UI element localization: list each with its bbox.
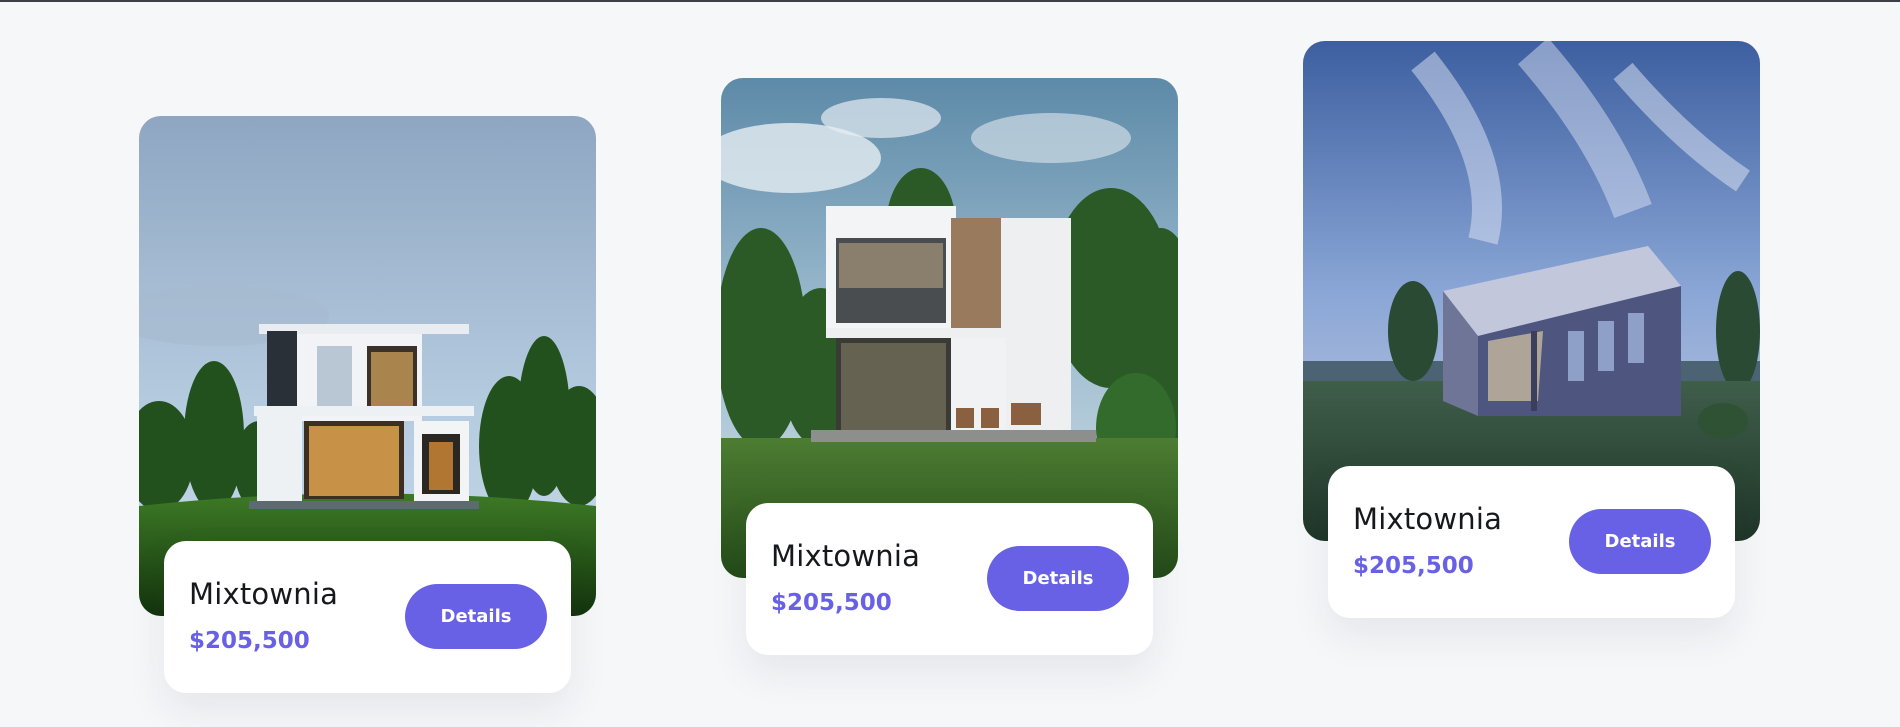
- details-button[interactable]: Details: [1569, 509, 1711, 574]
- listing-price: $205,500: [1353, 553, 1474, 579]
- details-button[interactable]: Details: [405, 584, 547, 649]
- listing-title: Mixtownia: [771, 539, 921, 573]
- details-button[interactable]: Details: [987, 546, 1129, 611]
- listing-price: $205,500: [189, 628, 310, 654]
- listing-price: $205,500: [771, 590, 892, 616]
- listing-title: Mixtownia: [1353, 502, 1503, 536]
- listing-info-panel: Mixtownia $205,500 Details: [1328, 466, 1735, 618]
- listing-title: Mixtownia: [189, 577, 339, 611]
- listing-info-panel: Mixtownia $205,500 Details: [746, 503, 1153, 655]
- listing-info-panel: Mixtownia $205,500 Details: [164, 541, 571, 693]
